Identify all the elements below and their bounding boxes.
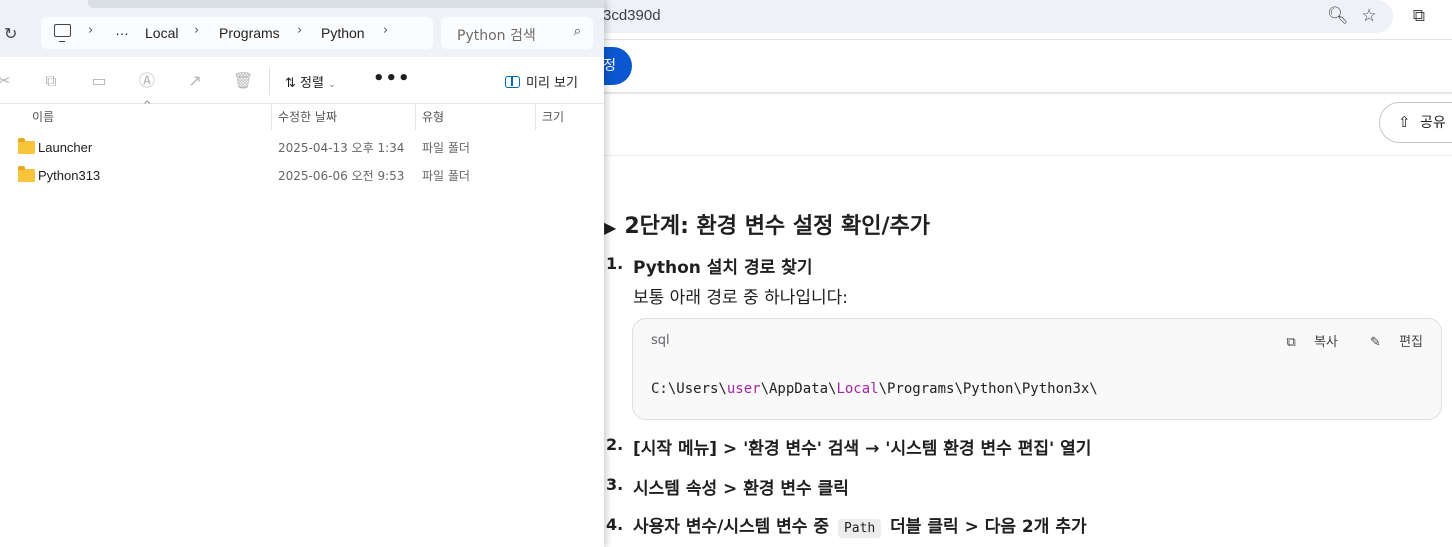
column-divider[interactable] [535, 104, 536, 130]
rename-icon[interactable]: Ⓐ [137, 71, 157, 91]
sort-ascending-icon: ^ [143, 100, 152, 111]
star-icon[interactable]: ☆ [1359, 6, 1379, 26]
file-date: 2025-06-06 오전 9:53 [278, 169, 405, 183]
search-input[interactable]: Python 검색 ⌕ [441, 17, 593, 49]
cut-icon[interactable]: ✂ [0, 71, 14, 91]
file-type: 파일 폴더 [422, 141, 470, 155]
delete-icon[interactable]: 🗑︎ [233, 71, 253, 91]
copy-icon: ⧉ [1286, 335, 1296, 350]
code-part: C:\Users\ [651, 381, 727, 397]
code-part: \Programs\Python\Python3x\ [878, 381, 1098, 397]
step-title: 시스템 속성 > 환경 변수 클릭 [633, 479, 849, 499]
column-header-name[interactable]: 이름 [32, 104, 54, 130]
code-actions: ⧉ 복사 ✎ 편집 [1259, 331, 1423, 350]
code-language: sql [651, 333, 670, 348]
edit-icon: ✎ [1370, 335, 1381, 350]
tab-strip [88, 0, 604, 8]
preview-pane-button[interactable]: 미리 보기 [505, 72, 578, 91]
extensions-icon[interactable]: ⧉ [1409, 6, 1429, 26]
search-icon[interactable]: ⌕ [574, 24, 581, 39]
file-row[interactable]: Python313 2025-06-06 오전 9:53 파일 폴더 [0, 162, 604, 190]
column-header-size[interactable]: 크기 [542, 104, 564, 130]
address-text[interactable]: 3cd390d [603, 7, 661, 24]
step-number: 3. [606, 475, 624, 494]
edit-label: 편집 [1399, 335, 1423, 350]
file-type: 파일 폴더 [422, 169, 470, 183]
breadcrumb[interactable]: › … Local › Programs › Python › [41, 17, 433, 49]
code-keyword: user [726, 381, 761, 397]
file-date: 2025-04-13 오후 1:34 [278, 141, 405, 155]
sort-button[interactable]: ⇅ 정렬 ⌄ [285, 72, 336, 91]
breadcrumb-overflow[interactable]: … [115, 22, 129, 38]
sort-icon: ⇅ [285, 76, 296, 91]
toolbar-divider [269, 67, 270, 95]
triangle-marker: ▶ [604, 218, 617, 237]
chevron-right-icon[interactable]: › [297, 23, 302, 38]
copy-label: 복사 [1313, 335, 1338, 350]
this-pc-icon[interactable] [54, 24, 71, 42]
share-button[interactable]: ⇧ 공유 [1379, 102, 1452, 143]
code-line: C:\Users\user\AppData\Local\Programs\Pyt… [651, 381, 1098, 397]
refresh-icon[interactable]: ↻ [4, 24, 17, 43]
folder-icon [18, 138, 35, 154]
column-divider[interactable] [415, 104, 416, 130]
edit-button[interactable]: ✎ 편집 [1356, 335, 1423, 350]
upload-icon: ⇧ [1398, 113, 1411, 131]
preview-pane-icon [505, 76, 520, 88]
chevron-down-icon: ⌄ [328, 80, 336, 90]
sort-label: 정렬 [300, 76, 324, 91]
step-number: 4. [606, 515, 624, 534]
address-bar[interactable] [560, 0, 1393, 33]
toolbar-divider [604, 39, 1452, 40]
column-divider[interactable] [271, 104, 272, 130]
step-title: [시작 메뉴] > '환경 변수' 검색 → '시스템 환경 변수 편집' 열기 [633, 439, 1092, 459]
file-name: Python313 [38, 168, 101, 183]
inline-code: Path [837, 519, 882, 538]
file-explorer-window: ↻ › … Local › Programs › Python › Python… [0, 0, 604, 547]
heading-text: 2단계: 환경 변수 설정 확인/추가 [624, 214, 930, 239]
explorer-titlebar: ↻ › … Local › Programs › Python › Python… [0, 0, 604, 57]
step-text: 사용자 변수/시스템 변수 중 [633, 517, 830, 537]
copy-icon[interactable]: ⧉ [41, 71, 61, 91]
zoom-icon[interactable]: 🔍︎ [1327, 6, 1349, 26]
share-icon[interactable]: ↗ [185, 71, 205, 91]
header-shadow [604, 92, 1452, 95]
copy-button[interactable]: ⧉ 복사 [1273, 335, 1338, 350]
command-bar: ✂ ⧉ ▭ Ⓐ ↗ 🗑︎ ⇅ 정렬 ⌄ ••• 미리 보기 [0, 57, 604, 104]
code-keyword: Local [836, 381, 879, 397]
step-title: 사용자 변수/시스템 변수 중 Path 더블 클릭 > 다음 2개 추가 [633, 512, 1087, 538]
share-label: 공유 [1420, 115, 1446, 131]
breadcrumb-python[interactable]: Python [321, 25, 365, 41]
chevron-right-icon[interactable]: › [194, 23, 199, 38]
step-text: 더블 클릭 > 다음 2개 추가 [890, 517, 1087, 537]
preview-label: 미리 보기 [526, 76, 578, 91]
step-title: Python 설치 경로 찾기 [633, 258, 813, 278]
breadcrumb-local[interactable]: Local [145, 25, 178, 41]
step-number: 1. [606, 254, 624, 273]
column-header-type[interactable]: 유형 [422, 104, 444, 130]
more-options-button[interactable]: ••• [373, 68, 411, 89]
file-row[interactable]: Launcher 2025-04-13 오후 1:34 파일 폴더 [0, 134, 604, 162]
step-number: 2. [606, 435, 624, 454]
column-header-date[interactable]: 수정한 날짜 [278, 104, 337, 130]
section-heading: ▶ 2단계: 환경 변수 설정 확인/추가 [604, 208, 930, 240]
chevron-right-icon[interactable]: › [88, 23, 93, 38]
code-part: \AppData\ [760, 381, 837, 397]
content-divider [604, 155, 1452, 156]
folder-icon [18, 166, 35, 182]
breadcrumb-programs[interactable]: Programs [219, 25, 280, 41]
search-placeholder: Python 검색 [457, 28, 536, 44]
chevron-right-icon[interactable]: › [383, 23, 388, 38]
code-block: sql ⧉ 복사 ✎ 편집 C:\Users\user\AppData\Loca… [632, 318, 1442, 420]
file-name: Launcher [38, 140, 93, 155]
paste-icon[interactable]: ▭ [89, 71, 109, 91]
step-subtext: 보통 아래 경로 중 하나입니다: [633, 288, 849, 308]
